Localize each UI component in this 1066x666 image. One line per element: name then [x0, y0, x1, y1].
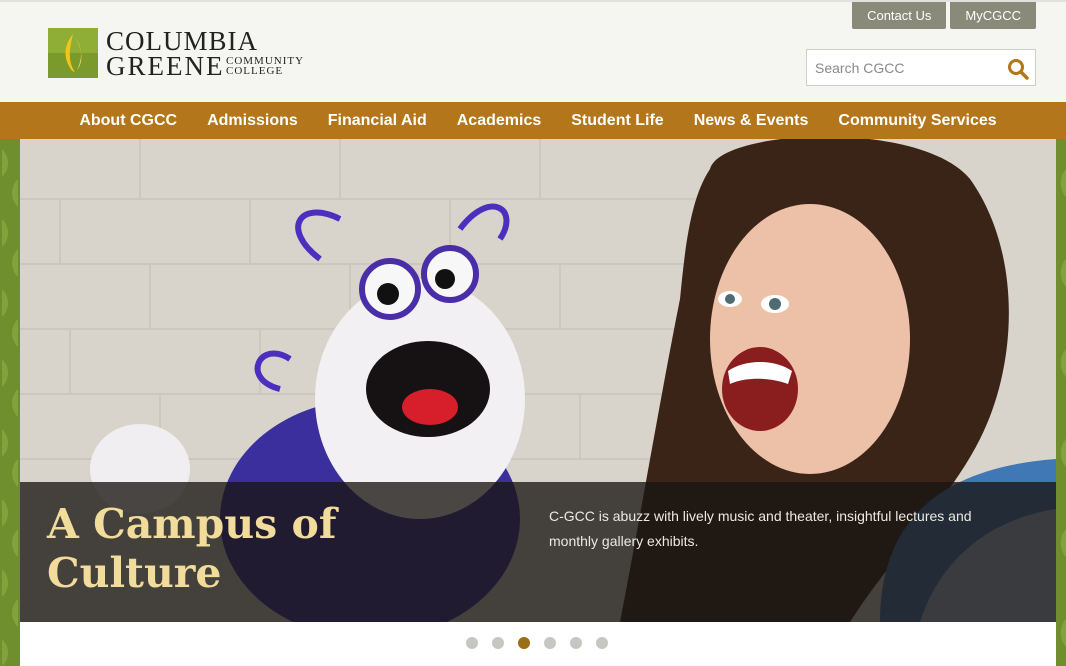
nav-about-cgcc[interactable]: About CGCC [64, 102, 192, 139]
logo-text-greene: GREENE [106, 51, 225, 81]
hero-title: A Campus of Culture [47, 500, 337, 597]
slider-dot-5[interactable] [570, 637, 582, 649]
college-logo[interactable]: COLUMBIA GREENE COMMUNITY COLLEGE [48, 26, 318, 81]
slider-dots [466, 637, 608, 649]
nav-financial-aid[interactable]: Financial Aid [313, 102, 442, 139]
hero-slide[interactable]: A Campus of Culture C-GCC is abuzz with … [20, 139, 1056, 622]
logo-text-community-college: COMMUNITY COLLEGE [226, 56, 304, 77]
nav-news-events[interactable]: News & Events [679, 102, 824, 139]
hero-caption: A Campus of Culture C-GCC is abuzz with … [20, 482, 1056, 622]
nav-academics[interactable]: Academics [442, 102, 557, 139]
mycgcc-link[interactable]: MyCGCC [950, 2, 1036, 29]
main-nav: About CGCC Admissions Financial Aid Acad… [0, 102, 1066, 139]
contact-us-link[interactable]: Contact Us [852, 2, 947, 29]
left-leaf-pattern [0, 139, 20, 666]
slider-dot-2[interactable] [492, 637, 504, 649]
search-box [806, 49, 1036, 86]
slider-controls [20, 622, 1056, 666]
nav-community-services[interactable]: Community Services [823, 102, 1011, 139]
nav-admissions[interactable]: Admissions [192, 102, 313, 139]
hero-description: C-GCC is abuzz with lively music and the… [549, 508, 972, 549]
logo-sub-college: COLLEGE [226, 65, 284, 77]
slider-dot-4[interactable] [544, 637, 556, 649]
slider-dot-1[interactable] [466, 637, 478, 649]
search-input[interactable] [807, 50, 997, 85]
site-header: COLUMBIA GREENE COMMUNITY COLLEGE Contac… [0, 0, 1066, 102]
right-leaf-pattern [1056, 139, 1066, 666]
search-icon[interactable] [1007, 58, 1029, 80]
utility-links: Contact Us MyCGCC [852, 2, 1036, 29]
slider-dot-6[interactable] [596, 637, 608, 649]
slider-dot-3[interactable] [518, 637, 530, 649]
nav-student-life[interactable]: Student Life [556, 102, 678, 139]
flame-logo-icon [48, 28, 98, 78]
